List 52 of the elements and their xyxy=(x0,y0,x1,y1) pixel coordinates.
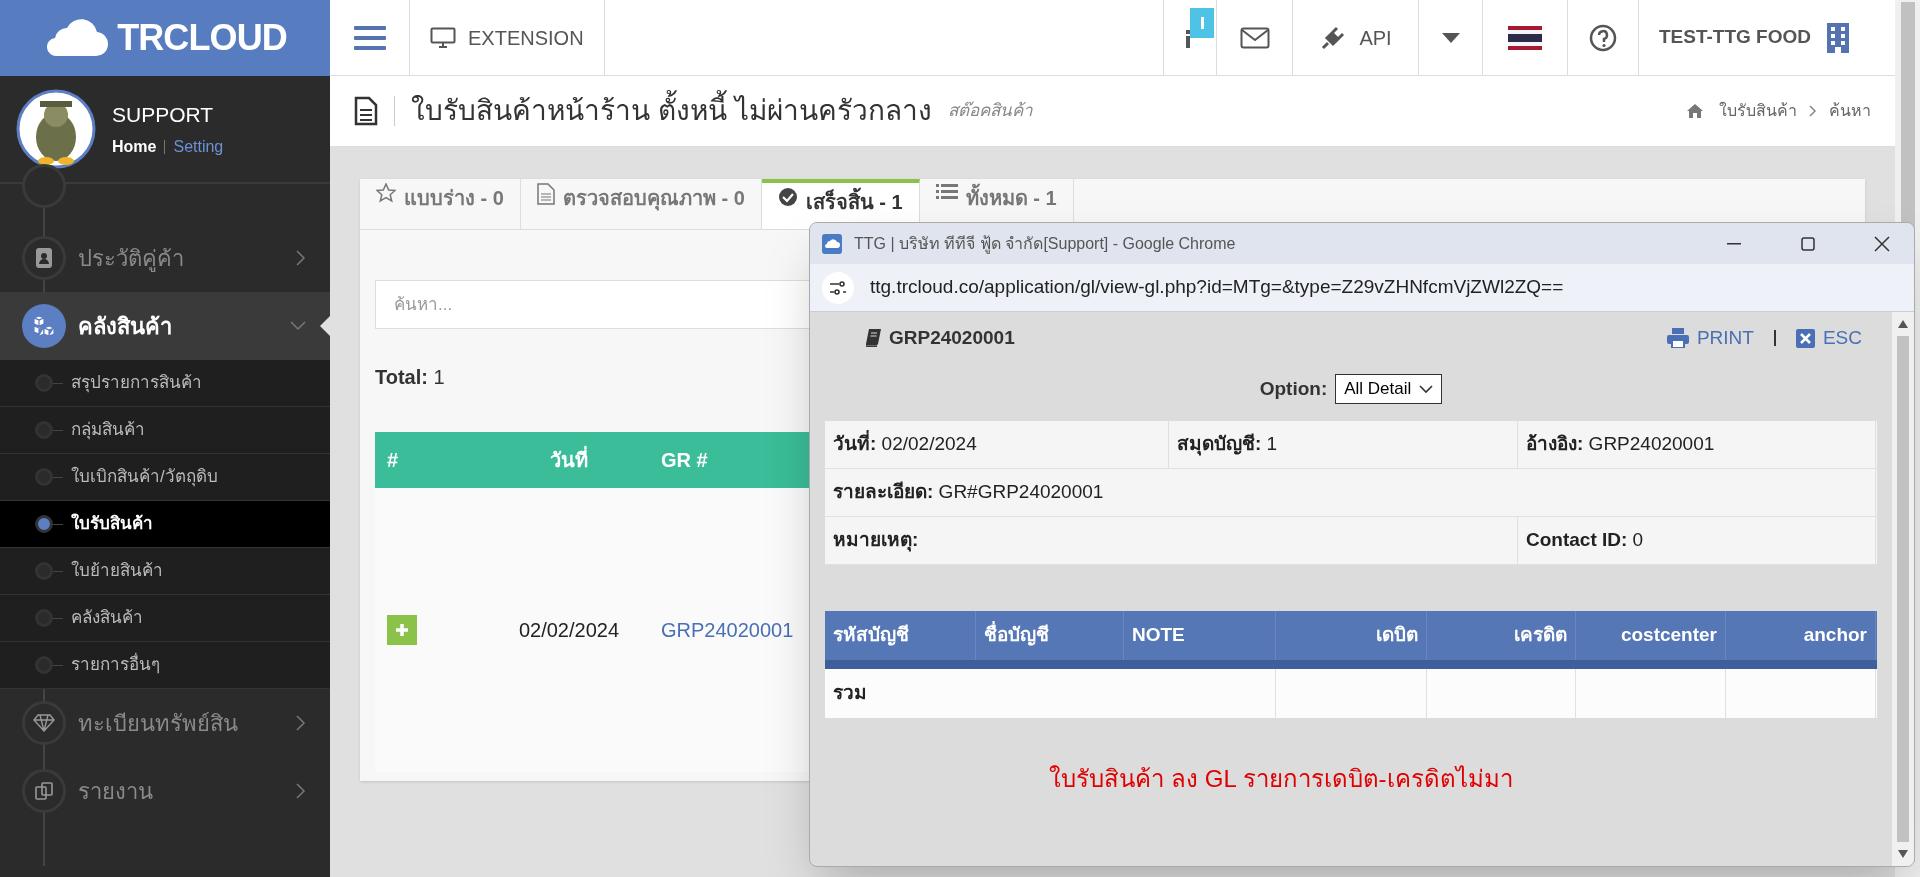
info-field: Contact ID: 0 xyxy=(1526,526,1644,555)
option-select[interactable]: All Detail xyxy=(1335,374,1443,404)
page-title: ใบรับสินค้าหน้าร้าน ตั้งหนี้ ไม่ผ่านครัวกลาง xyxy=(411,90,932,132)
error-note: ใบรับสินค้า ลง GL รายการเดบิต-เครดิตไม่มา xyxy=(1049,764,1513,794)
tab[interactable]: แบบร่าง - 0 xyxy=(360,179,521,229)
sidebar-item[interactable]: ทะเบียนทรัพย์สิน xyxy=(0,689,330,757)
submenu-item[interactable]: สรุปรายการสินค้า xyxy=(0,360,330,407)
info-field: หมายเหตุ: xyxy=(833,526,919,555)
submenu-item[interactable]: คลังสินค้า xyxy=(0,595,330,642)
user-name: SUPPORT xyxy=(112,102,215,129)
submenu-item[interactable]: ใบย้ายสินค้า xyxy=(0,548,330,595)
breadcrumb-item[interactable]: ใบรับสินค้า xyxy=(1719,99,1797,123)
document-number: GRP24020001 xyxy=(889,325,1015,350)
api-button[interactable]: API xyxy=(1292,0,1418,75)
sidebar-item[interactable]: คลังสินค้า xyxy=(0,292,330,360)
submenu-item[interactable]: กลุ่มสินค้า xyxy=(0,407,330,454)
column-header: เดบิต xyxy=(1376,623,1418,648)
tab[interactable]: เสร็จสิ้น - 1 xyxy=(761,179,920,229)
extension-button[interactable]: EXTENSION xyxy=(410,0,605,75)
tab[interactable]: ตรวจสอบคุณภาพ - 0 xyxy=(520,179,762,229)
page-subtitle: สต๊อคสินค้า xyxy=(947,100,1033,123)
home-link[interactable]: Home xyxy=(112,134,157,159)
info-field: รายละเอียด: GR#GRP24020001 xyxy=(833,478,1104,507)
esc-link[interactable]: ESC xyxy=(1795,323,1862,353)
column-header: anchor xyxy=(1803,623,1867,648)
sidebar-item[interactable]: ประวัติคู่ค้า xyxy=(0,224,330,292)
sidebar-item[interactable]: รายงาน xyxy=(0,757,330,825)
submenu-item[interactable]: ใบรับสินค้า xyxy=(0,501,330,548)
window-title: TTG | บริษัท ทีทีจี ฟู้ด จำกัด[Support] - Google Chrome xyxy=(854,233,1236,256)
column-header: GR # xyxy=(661,448,708,473)
submenu-item[interactable]: รายการอื่นๆ xyxy=(0,642,330,689)
logo-text: TRCLOUD xyxy=(117,16,287,60)
setting-link[interactable]: Setting xyxy=(173,134,224,159)
document-link[interactable]: GRP24020001 xyxy=(661,615,794,645)
column-header: NOTE xyxy=(1132,623,1185,648)
total-label: รวม xyxy=(833,681,867,706)
print-link[interactable]: PRINT xyxy=(1666,323,1754,353)
info-field: อ้างอิง: GRP24020001 xyxy=(1526,430,1715,459)
submenu-item[interactable]: ใบเบิกสินค้า/วัตถุดิบ xyxy=(0,454,330,501)
table-cell-text: 02/02/2024 xyxy=(517,618,621,643)
info-field: สมุดบัญชี: 1 xyxy=(1177,430,1278,459)
company-button[interactable]: TEST-TTG FOOD xyxy=(1638,0,1895,75)
info-field: วันที่: 02/02/2024 xyxy=(833,430,977,459)
column-header: รหัสบัญชี xyxy=(833,623,909,648)
column-header: เครดิต xyxy=(1514,623,1567,648)
option-label: Option: xyxy=(1259,376,1328,401)
total-count: Total: 1 xyxy=(375,366,445,388)
column-header: ชื่อบัญชี xyxy=(984,621,1049,650)
column-header: วันที่ xyxy=(507,445,631,475)
breadcrumb-item: ค้นหา xyxy=(1829,101,1871,121)
column-header: costcenter xyxy=(1620,623,1717,648)
column-header: # xyxy=(387,448,400,473)
